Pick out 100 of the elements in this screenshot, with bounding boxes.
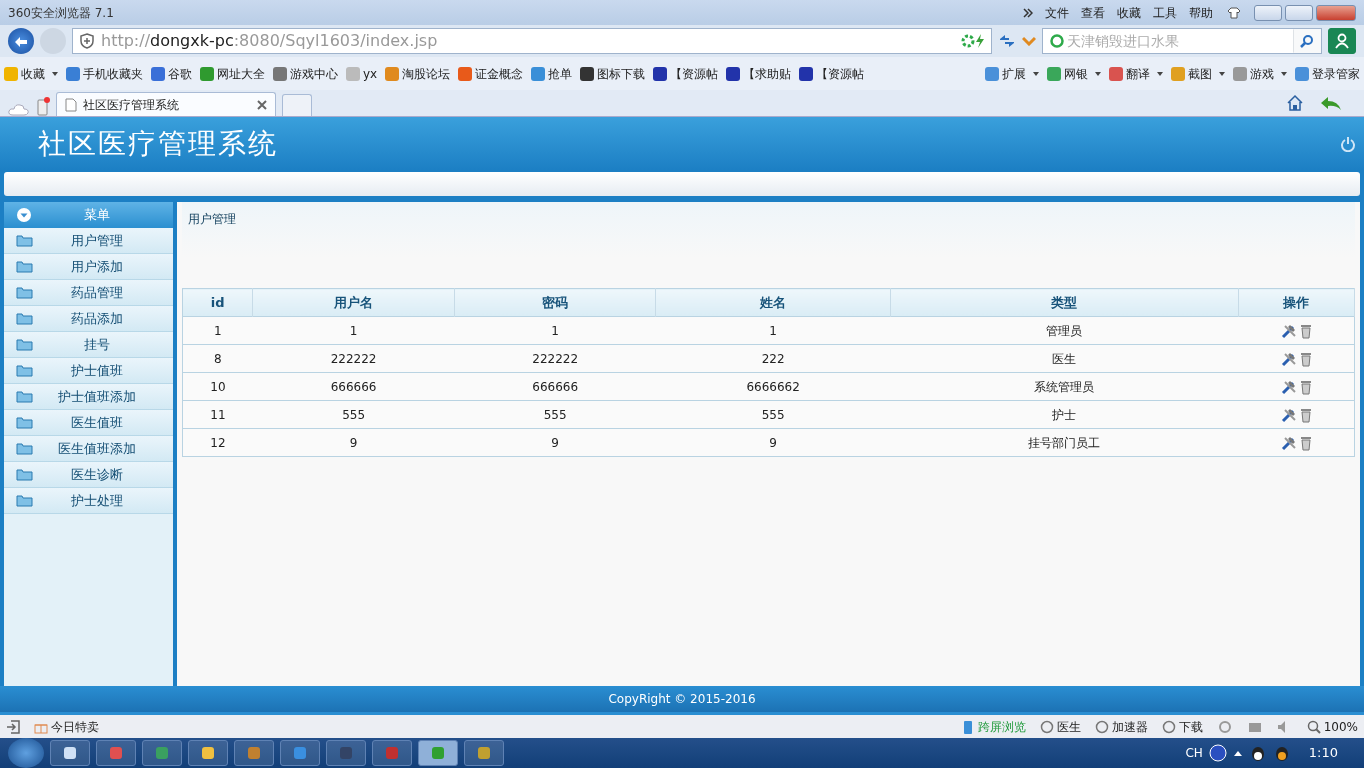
menu-item[interactable]: 查看 <box>1081 3 1105 22</box>
bookmark-link[interactable]: 【资源帖 <box>799 64 865 83</box>
status-link[interactable]: 加速器 <box>1094 717 1148 736</box>
status-link[interactable]: 下载 <box>1161 717 1203 736</box>
swap-arrows-icon[interactable] <box>998 33 1016 49</box>
table-cell: 8 <box>182 344 253 373</box>
bookmark-link[interactable]: 扩展 <box>985 64 1039 83</box>
chevron-down-icon[interactable] <box>1022 36 1036 46</box>
app-icon <box>292 745 308 761</box>
breadcrumb-text: 用户管理 <box>187 212 236 226</box>
triangle-icon[interactable] <box>1232 749 1243 757</box>
menu-item[interactable]: 用户添加 <box>4 254 173 280</box>
folder-icon <box>16 286 33 299</box>
bookmark-link[interactable]: 截图 <box>1171 64 1225 83</box>
bookmark-link[interactable]: 网址大全 <box>200 64 265 83</box>
menu-item[interactable]: 挂号 <box>4 332 173 358</box>
person-icon <box>1334 33 1350 49</box>
menu-item[interactable]: 药品添加 <box>4 306 173 332</box>
menu-item[interactable]: 医生诊断 <box>4 462 173 488</box>
close-icon[interactable] <box>257 99 267 110</box>
bookmark-link[interactable]: 【资源帖 <box>653 64 719 83</box>
taskbar-button[interactable] <box>234 740 274 766</box>
bookmark-link[interactable]: 登录管家 <box>1295 64 1360 83</box>
bookmark-link[interactable]: yx <box>346 64 378 83</box>
menu-item[interactable]: 护士处理 <box>4 488 173 514</box>
table-cell: 9 <box>655 428 891 457</box>
table-cell: 222222 <box>252 344 455 373</box>
back-button[interactable] <box>8 28 34 54</box>
bookmark-link[interactable]: 收藏 <box>4 64 58 83</box>
minimize-button[interactable] <box>1254 4 1282 21</box>
close-button[interactable] <box>1316 4 1356 21</box>
table-cell: 1 <box>252 316 455 345</box>
menu-item[interactable]: 帮助 <box>1189 3 1213 22</box>
trash-icon <box>1299 379 1312 396</box>
taskbar-button[interactable] <box>464 740 504 766</box>
bookmark-link[interactable]: 证金概念 <box>458 64 524 83</box>
table-cell: 1 <box>454 316 656 345</box>
menu-item[interactable]: 护士值班添加 <box>4 384 173 410</box>
status-link[interactable]: 医生 <box>1039 717 1081 736</box>
return-arrow-icon[interactable] <box>1320 96 1342 112</box>
app-icon <box>246 745 262 761</box>
bookmark-link[interactable]: 谷歌 <box>151 64 192 83</box>
home-icon[interactable] <box>1286 94 1304 112</box>
app-icon <box>108 745 124 761</box>
tab-label[interactable]: 社区医疗管理系统 <box>83 95 251 114</box>
bookmark-link[interactable]: 【求助贴 <box>726 64 792 83</box>
menu-item[interactable]: 护士值班 <box>4 358 173 384</box>
menu-item[interactable]: 医生值班 <box>4 410 173 436</box>
double-chevron-icon[interactable] <box>1023 7 1033 18</box>
bookmark-link[interactable]: 游戏中心 <box>273 64 338 83</box>
collapse-icon[interactable] <box>16 207 32 223</box>
cloud-icon[interactable] <box>8 102 30 116</box>
shirt-icon[interactable] <box>1227 6 1241 19</box>
trash-icon <box>1299 351 1312 368</box>
status-link[interactable]: 今日特卖 <box>34 717 99 736</box>
menu-item[interactable]: 药品管理 <box>4 280 173 306</box>
magnifier-icon <box>1306 719 1321 734</box>
bookmark-link[interactable]: 图标下载 <box>580 64 646 83</box>
power-icon[interactable] <box>1340 135 1356 152</box>
window-title: 360安全浏览器 7.1 <box>8 4 115 22</box>
menu-item[interactable]: 用户管理 <box>4 228 173 254</box>
search-bar[interactable]: 天津销毁进口水果 <box>1042 28 1322 54</box>
table-cell: 555 <box>655 400 891 429</box>
folder-icon <box>16 390 33 403</box>
enter-icon[interactable] <box>6 719 20 734</box>
column-header: 操作 <box>1238 288 1355 317</box>
help-icon[interactable] <box>1208 744 1227 762</box>
menu-item[interactable]: 工具 <box>1153 3 1177 22</box>
bookmark-link[interactable]: 淘股论坛 <box>385 64 451 83</box>
table-cell: 666666 <box>252 372 455 401</box>
taskbar-button[interactable] <box>188 740 228 766</box>
refresh-icon[interactable] <box>961 34 975 48</box>
bookmark-link[interactable]: 抢单 <box>531 64 573 83</box>
zoom-control[interactable]: 100% <box>1306 717 1358 736</box>
folder-icon <box>16 442 33 455</box>
phone-icon[interactable] <box>36 96 50 116</box>
bookmark-link[interactable]: 游戏 <box>1233 64 1287 83</box>
clock-text: 1:10 <box>1308 744 1338 763</box>
search-button[interactable] <box>1293 29 1321 53</box>
taskbar-button[interactable] <box>50 740 90 766</box>
app-icon <box>62 745 78 761</box>
taskbar-button[interactable] <box>142 740 182 766</box>
shield-icon <box>79 33 95 49</box>
restore-button[interactable] <box>1285 4 1313 21</box>
menu-item[interactable]: 收藏 <box>1117 3 1141 22</box>
table-cell: 6666662 <box>655 372 891 401</box>
table-cell: 挂号部门员工 <box>890 428 1239 457</box>
start-button[interactable] <box>8 738 44 768</box>
browser-tab[interactable]: 社区医疗管理系统 <box>56 92 276 116</box>
language-indicator[interactable]: CH <box>1185 744 1203 762</box>
bookmark-link[interactable]: 网银 <box>1047 64 1101 83</box>
taskbar-button[interactable] <box>326 740 366 766</box>
user-button[interactable] <box>1328 28 1356 54</box>
bookmark-link[interactable]: 翻译 <box>1109 64 1163 83</box>
trash-icon <box>1299 323 1312 340</box>
menu-item[interactable]: 医生值班添加 <box>4 436 173 462</box>
bookmark-link[interactable]: 手机收藏夹 <box>66 64 143 83</box>
lightning-icon[interactable] <box>975 34 985 48</box>
table-cell: 10 <box>182 372 253 401</box>
menu-item[interactable]: 文件 <box>1045 3 1069 22</box>
